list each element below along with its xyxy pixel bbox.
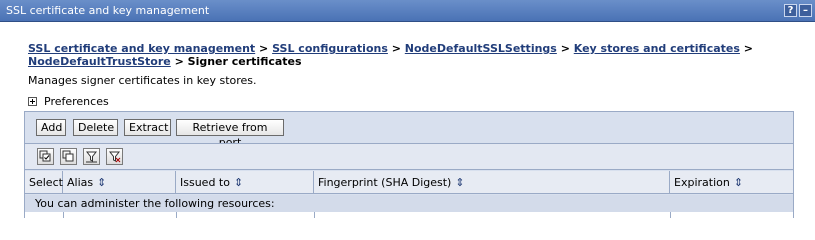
breadcrumb-separator: > [391,42,401,55]
column-fingerprint-label: Fingerprint (SHA Digest) [318,176,452,189]
column-divider [63,212,64,218]
column-issued-to[interactable]: Issued to ⇕ [176,171,314,194]
sort-icon[interactable]: ⇕ [734,176,743,189]
breadcrumb-key-stores-certificates[interactable]: Key stores and certificates [574,42,740,55]
breadcrumb-ssl-cert-key-mgmt[interactable]: SSL certificate and key management [28,42,255,55]
breadcrumb-separator: > [174,55,184,68]
table-row [25,212,793,218]
column-expiration-label: Expiration [674,176,730,189]
breadcrumb-current: Signer certificates [187,55,302,68]
breadcrumb-node-default-ssl-settings[interactable]: NodeDefaultSSLSettings [405,42,557,55]
add-button[interactable]: Add [36,119,66,136]
table-header: Select Alias ⇕ Issued to ⇕ Fingerprint (SH… [25,171,793,194]
clear-filter-icon[interactable] [106,148,123,165]
help-button[interactable]: ? [784,4,797,17]
breadcrumb-separator: > [259,42,269,55]
extract-button[interactable]: Extract [124,119,171,136]
preferences-label: Preferences [44,95,109,108]
signer-certificates-table-panel: Add Delete Extract Retrieve from port Se… [24,111,794,218]
column-fingerprint[interactable]: Fingerprint (SHA Digest) ⇕ [314,171,670,194]
column-divider [670,212,671,218]
expand-icon[interactable] [28,97,37,106]
resources-note-row: You can administer the following resourc… [25,195,793,212]
breadcrumb-separator: > [560,42,570,55]
column-expiration[interactable]: Expiration ⇕ [670,171,793,194]
breadcrumb-separator: > [743,42,753,55]
window-title-bar: SSL certificate and key management ? – [0,0,815,22]
column-alias-label: Alias [67,176,94,189]
delete-button[interactable]: Delete [73,119,118,136]
column-divider [176,212,177,218]
sort-icon[interactable]: ⇕ [97,176,106,189]
breadcrumb-ssl-configurations[interactable]: SSL configurations [272,42,388,55]
column-select: Select [25,171,63,194]
minimize-button[interactable]: – [799,4,812,17]
deselect-all-icon[interactable] [60,148,77,165]
column-issued-to-label: Issued to [180,176,230,189]
show-filter-icon[interactable] [83,148,100,165]
breadcrumb-node-default-trust-store[interactable]: NodeDefaultTrustStore [28,55,171,68]
select-all-icon[interactable] [37,148,54,165]
window-title: SSL certificate and key management [6,4,210,17]
sort-icon[interactable]: ⇕ [455,176,464,189]
column-alias[interactable]: Alias ⇕ [63,171,176,194]
breadcrumb: SSL certificate and key management > SSL… [28,42,798,68]
table-icon-toolbar [25,143,793,170]
column-divider [314,212,315,218]
sort-icon[interactable]: ⇕ [234,176,243,189]
page-description: Manages signer certificates in key store… [28,74,257,87]
retrieve-from-port-button[interactable]: Retrieve from port [176,119,284,149]
preferences-toggle[interactable]: Preferences [28,95,109,108]
